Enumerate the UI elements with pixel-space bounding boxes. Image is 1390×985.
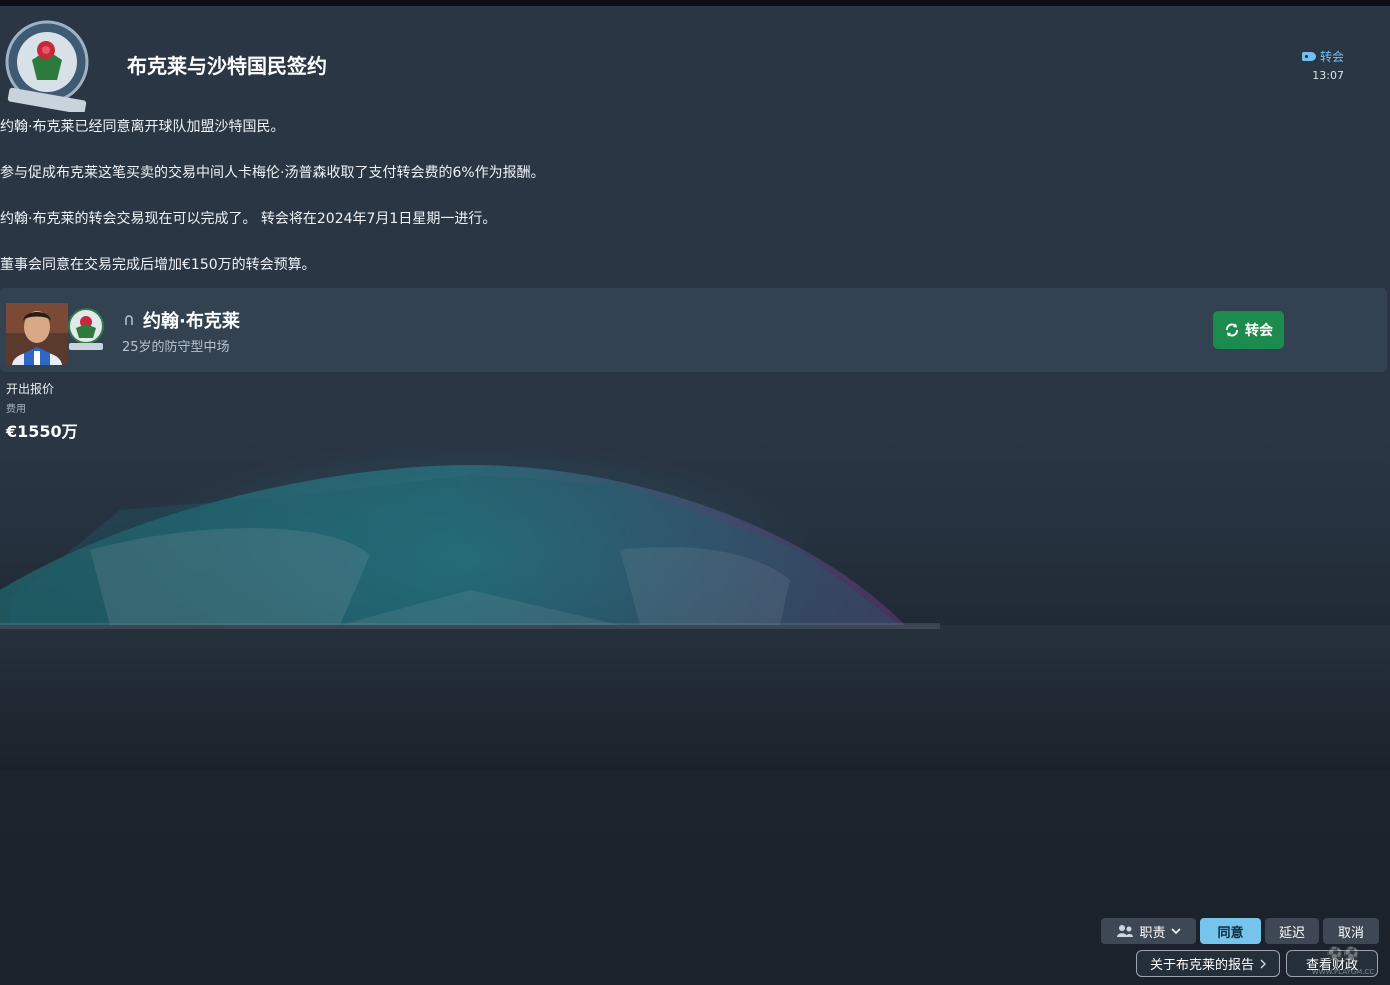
player-report-button[interactable]: 关于布克莱的报告 [1136,950,1280,977]
watermark-text: WWW.PLAYGM.CC [1312,968,1375,976]
player-card[interactable]: 约翰·布克莱 25岁的防守型中场 转会 [0,288,1387,372]
watermark-logo: ⚽⚽ WWW.PLAYGM.CC [1312,946,1375,976]
player-description: 25岁的防守型中场 [122,340,230,355]
chevron-down-icon [1170,928,1181,934]
chevron-right-icon [1260,959,1266,968]
transfer-button[interactable]: 转会 [1213,311,1284,349]
fee-label: 费用 [6,404,26,415]
message-paragraph: 约翰·布克莱已经同意离开球队加盟沙特国民。 [0,119,285,135]
player-photo [6,303,68,365]
offer-label: 开出报价 [6,382,55,396]
staff-icon [1117,925,1134,937]
page-title: 布克莱与沙特国民签约 [127,54,327,78]
cancel-button[interactable]: 取消 [1323,918,1379,944]
svg-text:⚽⚽: ⚽⚽ [1326,946,1359,962]
transfer-tag[interactable]: 转会 [1301,48,1344,65]
duty-label: 职责 [1139,925,1166,941]
delay-button[interactable]: 延迟 [1265,918,1319,944]
fee-value: €1550万 [6,422,78,441]
agree-button[interactable]: 同意 [1200,918,1261,944]
message-paragraph: 参与促成布克莱这笔买卖的交易中间人卡梅伦·汤普森收取了支付转会费的6%作为报酬。 [0,165,545,181]
report-label: 关于布克莱的报告 [1149,958,1254,973]
duty-dropdown-button[interactable]: 职责 [1101,918,1196,944]
club-badge-icon [68,308,104,350]
tag-icon [1301,52,1316,61]
transfer-button-label: 转会 [1245,323,1273,339]
player-name[interactable]: 约翰·布克莱 [143,307,240,333]
refresh-icon [1226,323,1238,337]
tag-label: 转会 [1319,50,1344,64]
stadium-backdrop-image [0,465,1390,770]
club-crest-icon [5,20,89,112]
person-icon [125,315,133,325]
category-tag: 转会 13:07 [1301,48,1344,82]
message-time: 13:07 [1312,69,1344,82]
message-paragraph: 约翰·布克莱的转会交易现在可以完成了。 转会将在2024年7月1日星期一进行。 [0,211,497,227]
message-header: 布克莱与沙特国民签约 转会 13:07 [0,6,1390,114]
message-paragraph: 董事会同意在交易完成后增加€150万的转会预算。 [0,257,316,273]
